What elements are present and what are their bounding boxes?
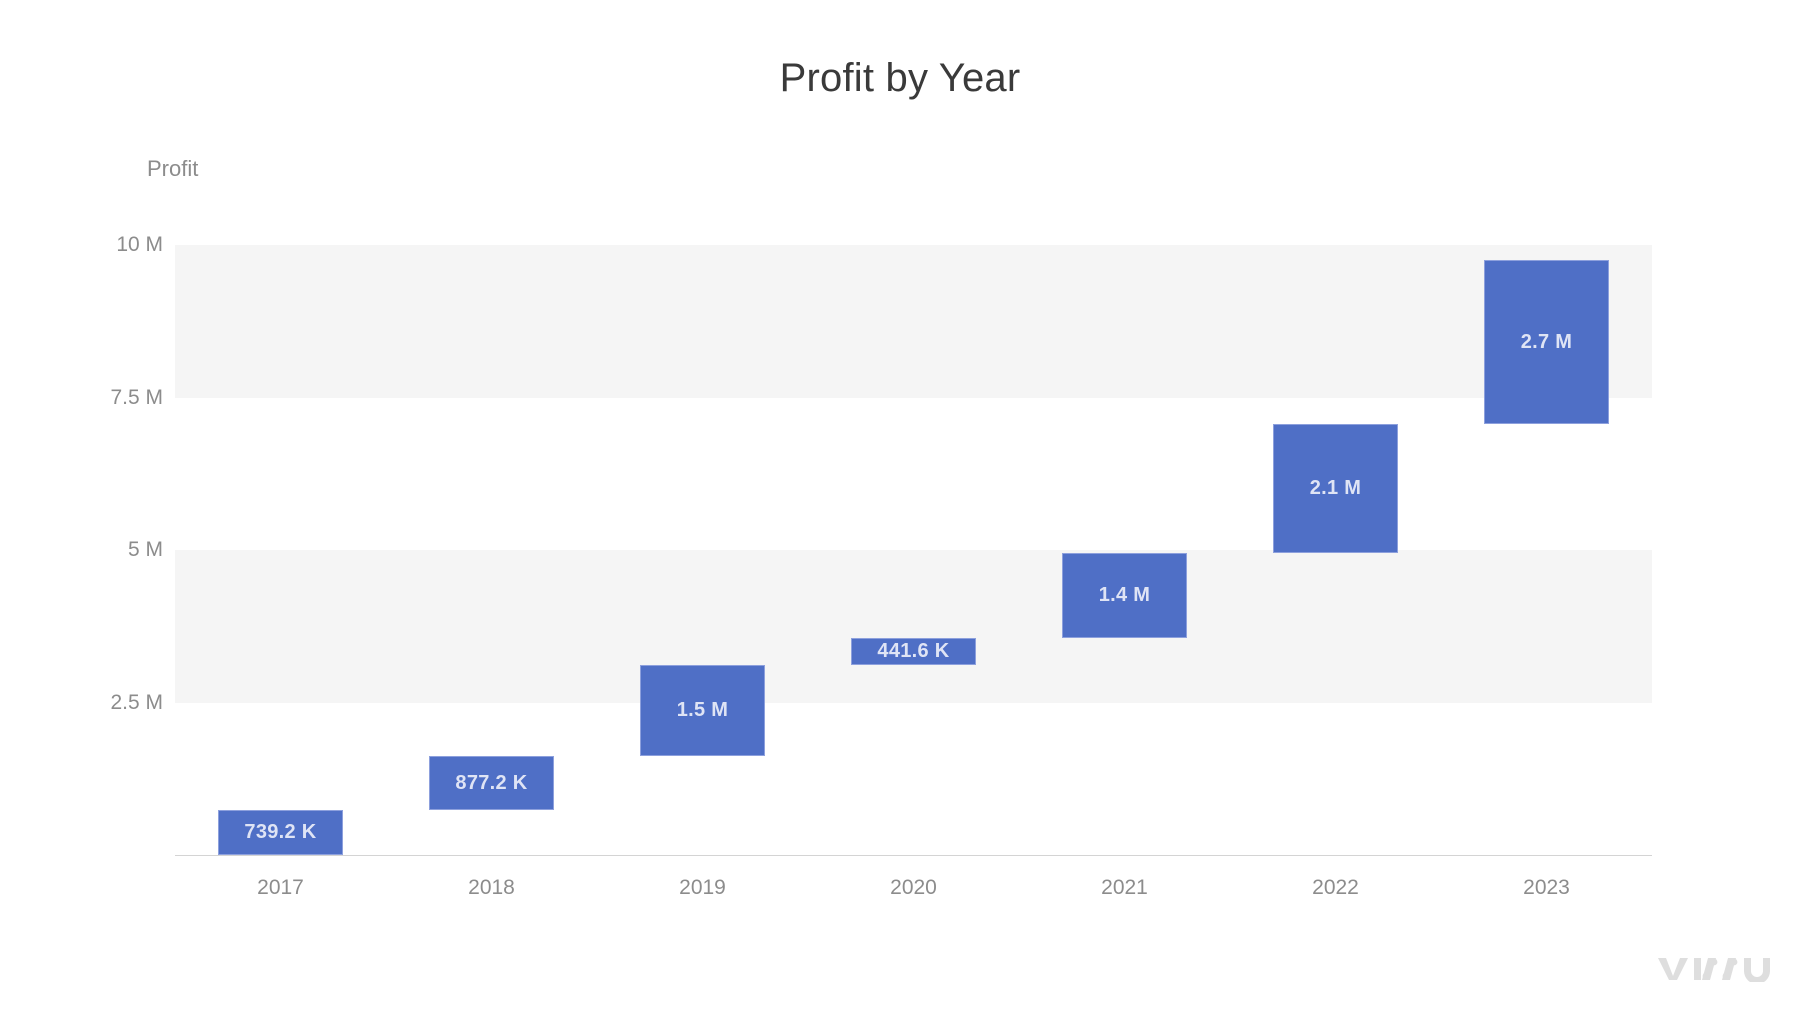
- chart-container: Profit by Year Profit 739.2 K 877.2 K 1.5 …: [0, 0, 1800, 1016]
- bar[interactable]: 877.2 K: [428, 756, 555, 810]
- y-axis-tick-label: 5 M: [127, 538, 163, 561]
- background-band: [175, 245, 1652, 398]
- background-band: [175, 550, 1652, 703]
- bar[interactable]: 739.2 K: [217, 809, 344, 855]
- y-axis-tick-labels: 10 M 7.5 M 5 M 2.5 M: [0, 233, 163, 855]
- x-axis-tick-label: 2018: [468, 876, 515, 899]
- x-axis-tick-label: 2020: [890, 876, 937, 899]
- x-axis-baseline: [175, 855, 1652, 856]
- y-axis-tick-label: 10 M: [116, 233, 163, 256]
- x-axis-tick-labels: 2017 2018 2019 2020 2021 2022 2023: [175, 876, 1652, 916]
- y-axis-tick-label: 2.5 M: [110, 690, 163, 714]
- bar-value-label: 2.7 M: [1520, 330, 1573, 353]
- bar[interactable]: 441.6 K: [850, 637, 977, 665]
- x-axis-tick-label: 2022: [1312, 876, 1359, 899]
- x-axis-tick-label: 2019: [679, 876, 726, 899]
- bar-value-label: 877.2 K: [455, 771, 528, 794]
- vizzu-watermark-logo: [1656, 954, 1774, 982]
- x-axis-tick-label: 2023: [1523, 876, 1570, 899]
- x-axis-tick-label: 2017: [257, 876, 304, 899]
- plot-area: 739.2 K 877.2 K 1.5 M 441.6 K 1.4 M 2.1 M 2.7 …: [175, 245, 1652, 855]
- y-axis-tick-label: 7.5 M: [110, 385, 163, 409]
- bar[interactable]: 1.5 M: [639, 664, 766, 757]
- x-axis-tick-label: 2021: [1101, 876, 1148, 899]
- bar-value-label: 1.5 M: [676, 699, 729, 722]
- bar-value-label: 739.2 K: [244, 820, 317, 843]
- bar-value-label: 2.1 M: [1309, 477, 1362, 499]
- y-axis-title: Profit: [147, 156, 199, 181]
- bar-value-label: 1.4 M: [1098, 583, 1151, 606]
- bar-value-label: 441.6 K: [877, 639, 950, 662]
- bar[interactable]: 2.7 M: [1483, 259, 1610, 425]
- bar[interactable]: 1.4 M: [1061, 552, 1188, 638]
- chart-title: Profit by Year: [779, 56, 1021, 100]
- bar[interactable]: 2.1 M: [1272, 424, 1399, 553]
